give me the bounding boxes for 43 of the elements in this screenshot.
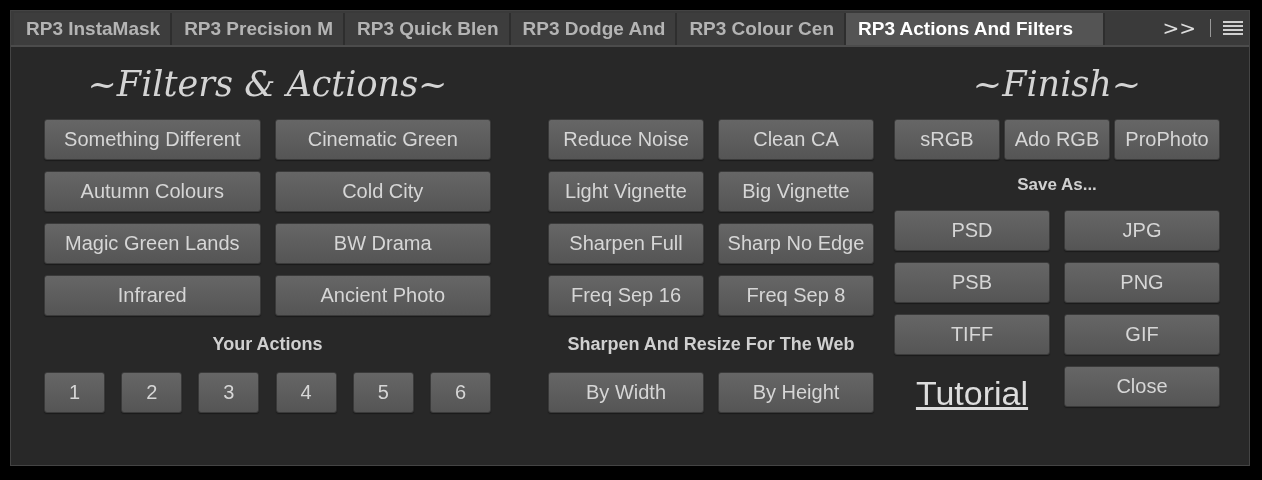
effect-button[interactable]: Light Vignette: [548, 171, 704, 212]
filter-button[interactable]: Cold City: [274, 171, 491, 212]
format-button[interactable]: TIFF: [894, 314, 1050, 355]
format-button[interactable]: GIF: [1064, 314, 1220, 355]
format-button[interactable]: JPG: [1064, 210, 1220, 251]
color-space-button[interactable]: Ado RGB: [1004, 119, 1110, 160]
section-heading: Save As...: [1017, 174, 1097, 196]
color-space-button[interactable]: sRGB: [894, 119, 1000, 160]
format-button[interactable]: PNG: [1064, 262, 1220, 303]
action-button[interactable]: 3: [198, 372, 260, 413]
action-button[interactable]: 1: [44, 372, 105, 413]
filter-button[interactable]: BW Drama: [274, 223, 491, 264]
effect-button[interactable]: Reduce Noise: [548, 119, 704, 160]
tutorial-link[interactable]: Tutorial: [915, 374, 1029, 413]
filter-button[interactable]: Cinematic Green: [274, 119, 491, 160]
effect-button[interactable]: Clean CA: [718, 119, 874, 160]
filter-button[interactable]: Something Different: [44, 119, 261, 160]
format-button[interactable]: PSD: [894, 210, 1050, 251]
action-button[interactable]: 2: [121, 372, 183, 413]
overflow-button[interactable]: >>: [1156, 11, 1202, 45]
effect-button[interactable]: Freq Sep 16: [548, 275, 704, 316]
filter-button[interactable]: Magic Green Lands: [44, 223, 261, 264]
action-button[interactable]: 6: [429, 372, 491, 413]
effect-button[interactable]: Big Vignette: [718, 171, 874, 212]
action-button[interactable]: 4: [275, 372, 337, 413]
section-heading: Your Actions: [212, 332, 323, 356]
close-button[interactable]: Close: [1064, 366, 1220, 407]
color-space-button[interactable]: ProPhoto: [1114, 119, 1220, 160]
filter-button[interactable]: Infrared: [44, 275, 261, 316]
section-title: ~Filters & Actions~: [87, 63, 448, 106]
format-button[interactable]: PSB: [894, 262, 1050, 303]
menu-icon[interactable]: [1223, 21, 1243, 35]
effect-button[interactable]: Freq Sep 8: [718, 275, 874, 316]
section-heading: Sharpen And Resize For The Web: [567, 332, 855, 356]
action-button[interactable]: 5: [352, 372, 414, 413]
filter-button[interactable]: Ancient Photo: [274, 275, 491, 316]
effect-button[interactable]: Sharp No Edge: [718, 223, 874, 264]
tab[interactable]: RP3 Actions And Filters: [846, 13, 1105, 45]
effect-button[interactable]: Sharpen Full: [548, 223, 704, 264]
section-title: ~Finish~: [972, 63, 1142, 106]
resize-button[interactable]: By Height: [718, 372, 874, 413]
filter-button[interactable]: Autumn Colours: [44, 171, 261, 212]
resize-button[interactable]: By Width: [548, 372, 704, 413]
